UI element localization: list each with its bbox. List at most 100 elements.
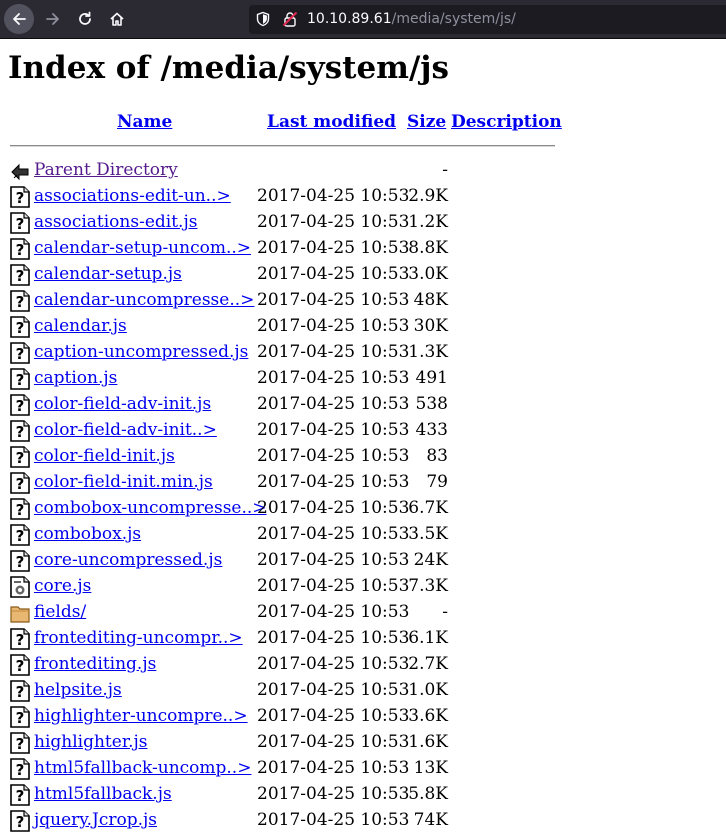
table-row: ? helpsite.js 2017-04-25 10:53 1.0K	[0, 678, 726, 704]
table-row: ? frontediting-uncompr..> 2017-04-25 10:53…	[0, 626, 726, 652]
unknown-file-icon[interactable]: ?	[10, 498, 30, 520]
url-bar[interactable]: 10.10.89.61/media/system/js/	[249, 5, 726, 34]
unknown-file-icon[interactable]: ?	[10, 472, 30, 494]
unknown-file-icon[interactable]: ?	[10, 238, 30, 260]
file-link[interactable]: combobox-uncompresse..>	[34, 498, 267, 518]
svg-text:?: ?	[16, 553, 25, 571]
unknown-file-icon[interactable]: ?	[10, 706, 30, 728]
file-link[interactable]: caption-uncompressed.js	[34, 342, 248, 362]
file-link[interactable]: associations-edit-un..>	[34, 186, 231, 206]
file-size: 48K	[413, 290, 448, 310]
unknown-file-icon[interactable]: ?	[10, 810, 30, 832]
file-link[interactable]: color-field-init.js	[34, 446, 175, 466]
svg-text:?: ?	[16, 709, 25, 727]
last-modified: 2017-04-25 10:53	[257, 628, 410, 648]
last-modified: 2017-04-25 10:53	[257, 186, 410, 206]
file-link[interactable]: combobox.js	[34, 524, 141, 544]
file-link[interactable]: color-field-adv-init.js	[34, 394, 211, 414]
page-title: Index of /media/system/js	[8, 50, 449, 86]
parent-directory-link[interactable]: Parent Directory	[34, 160, 178, 180]
file-size: 7.3K	[408, 576, 448, 596]
home-button[interactable]	[102, 4, 132, 34]
file-link[interactable]: calendar-uncompresse..>	[34, 290, 254, 310]
last-modified: 2017-04-25 10:53	[257, 706, 410, 726]
script-file-icon[interactable]	[10, 576, 30, 598]
back-button[interactable]	[4, 4, 34, 34]
file-size: 24K	[413, 550, 448, 570]
svg-text:?: ?	[16, 241, 25, 259]
unknown-file-icon[interactable]: ?	[10, 420, 30, 442]
svg-text:?: ?	[16, 631, 25, 649]
table-row: ? combobox.js 2017-04-25 10:53 3.5K	[0, 522, 726, 548]
file-link[interactable]: frontediting-uncompr..>	[34, 628, 243, 648]
sort-by-last-modified-link[interactable]: Last modified	[267, 112, 396, 132]
unknown-file-icon[interactable]: ?	[10, 186, 30, 208]
sort-by-description-link[interactable]: Description	[451, 112, 562, 132]
file-link[interactable]: core-uncompressed.js	[34, 550, 222, 570]
file-size: 433	[415, 420, 448, 440]
unknown-file-icon[interactable]: ?	[10, 784, 30, 806]
file-size: 3.5K	[408, 524, 448, 544]
sort-by-size-link[interactable]: Size	[407, 112, 446, 132]
unknown-file-icon[interactable]: ?	[10, 394, 30, 416]
url-text[interactable]: 10.10.89.61/media/system/js/	[307, 10, 516, 28]
file-link[interactable]: caption.js	[34, 368, 117, 388]
forward-button[interactable]	[38, 4, 68, 34]
table-row: ? color-field-init.min.js 2017-04-25 10:53…	[0, 470, 726, 496]
forward-icon	[46, 13, 59, 25]
table-row: ? associations-edit-un..> 2017-04-25 10:53…	[0, 184, 726, 210]
svg-text:?: ?	[16, 527, 25, 545]
file-link[interactable]: jquery.Jcrop.js	[34, 810, 157, 830]
svg-text:?: ?	[16, 319, 25, 337]
file-link[interactable]: color-field-init.min.js	[34, 472, 213, 492]
unknown-file-icon[interactable]: ?	[10, 680, 30, 702]
reload-button[interactable]	[70, 4, 100, 34]
unknown-file-icon[interactable]: ?	[10, 264, 30, 286]
unknown-file-icon[interactable]: ?	[10, 758, 30, 780]
unknown-file-icon[interactable]: ?	[10, 290, 30, 312]
file-link[interactable]: highlighter.js	[34, 732, 147, 752]
file-size: 1.6K	[408, 732, 448, 752]
file-link[interactable]: helpsite.js	[34, 680, 122, 700]
last-modified: 2017-04-25 10:53	[257, 342, 410, 362]
last-modified: 2017-04-25 10:53	[257, 290, 410, 310]
table-row: ? html5fallback.js 2017-04-25 10:53 5.8K	[0, 782, 726, 808]
shield-icon[interactable]	[255, 11, 271, 27]
unknown-file-icon[interactable]: ?	[10, 446, 30, 468]
unknown-file-icon[interactable]: ?	[10, 212, 30, 234]
unknown-file-icon[interactable]: ?	[10, 524, 30, 546]
file-link[interactable]: core.js	[34, 576, 91, 596]
file-link[interactable]: calendar.js	[34, 316, 127, 336]
table-row: ? highlighter.js 2017-04-25 10:53 1.6K	[0, 730, 726, 756]
last-modified: 2017-04-25 10:53	[257, 680, 410, 700]
file-size: 79	[426, 472, 448, 492]
file-link[interactable]: color-field-adv-init..>	[34, 420, 217, 440]
unknown-file-icon[interactable]: ?	[10, 550, 30, 572]
file-link[interactable]: fields/	[34, 602, 86, 622]
file-link[interactable]: calendar-setup.js	[34, 264, 182, 284]
file-link[interactable]: highlighter-uncompre..>	[34, 706, 248, 726]
unknown-file-icon[interactable]: ?	[10, 628, 30, 650]
table-row: ? color-field-init.js 2017-04-25 10:53 83	[0, 444, 726, 470]
unknown-file-icon[interactable]: ?	[10, 316, 30, 338]
url-host: 10.10.89.61	[307, 11, 392, 27]
svg-text:?: ?	[16, 813, 25, 831]
sort-by-name-link[interactable]: Name	[117, 112, 172, 132]
file-link[interactable]: calendar-setup-uncom..>	[34, 238, 251, 258]
insecure-lock-icon[interactable]	[282, 11, 298, 27]
file-link[interactable]: html5fallback-uncomp..>	[34, 758, 251, 778]
file-size: 13K	[413, 758, 448, 778]
unknown-file-icon[interactable]: ?	[10, 368, 30, 390]
table-row: fields/2017-04-25 10:53 -	[0, 600, 726, 626]
unknown-file-icon[interactable]: ?	[10, 654, 30, 676]
file-link[interactable]: frontediting.js	[34, 654, 156, 674]
unknown-file-icon[interactable]: ?	[10, 342, 30, 364]
table-row: ? color-field-adv-init..> 2017-04-25 10:53…	[0, 418, 726, 444]
file-link[interactable]: html5fallback.js	[34, 784, 172, 804]
unknown-file-icon[interactable]: ?	[10, 732, 30, 754]
back-icon[interactable]	[10, 160, 30, 182]
folder-icon[interactable]	[10, 602, 30, 624]
file-size: 2.7K	[408, 654, 448, 674]
file-link[interactable]: associations-edit.js	[34, 212, 197, 232]
file-size: 1.3K	[408, 342, 448, 362]
